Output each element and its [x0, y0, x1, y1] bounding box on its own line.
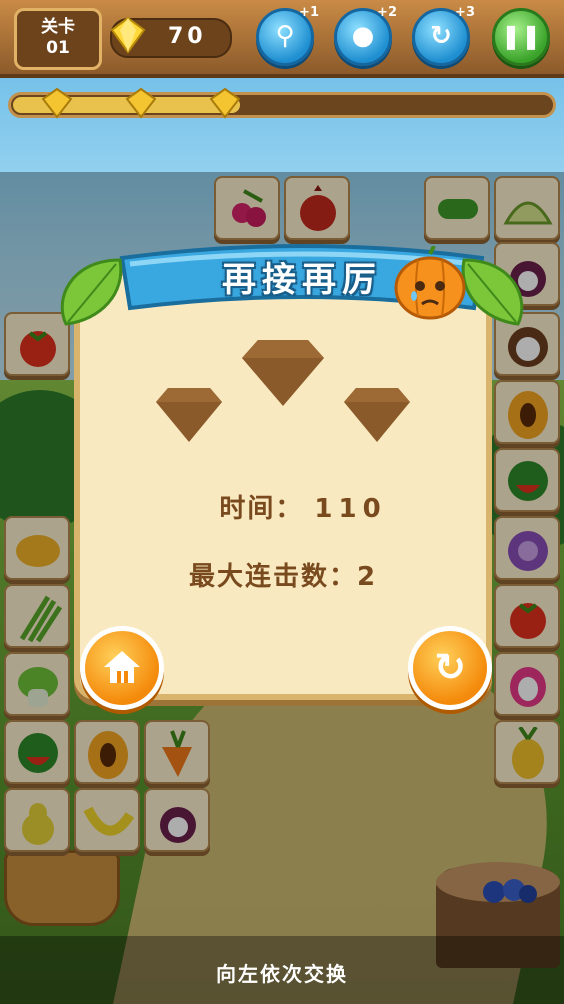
bomb-tool-button[interactable]: ● +2 — [334, 5, 397, 66]
pause-button[interactable]: ❚❚ — [492, 8, 550, 66]
magnifier-tool-button[interactable]: ⚲ +1 — [256, 5, 319, 66]
home-icon — [104, 651, 140, 683]
shuffle-tool-button[interactable]: ↻ +3 — [412, 5, 475, 66]
time-label: 时间： — [219, 494, 304, 524]
gem-counter: 70 — [110, 16, 232, 58]
tool-badge: +2 — [377, 5, 397, 20]
diamond-icon — [110, 16, 146, 54]
star-slot-1 — [156, 388, 222, 442]
level-progress-bar — [8, 92, 556, 118]
combo-label: 最大连击数： — [188, 562, 357, 592]
progress-diamond-icon — [41, 87, 73, 119]
progress-diamond-icon — [125, 87, 157, 119]
pause-icon: ❚❚ — [500, 22, 542, 50]
progress-diamond-icon — [209, 87, 241, 119]
retry-icon: ↻ — [434, 645, 466, 689]
level-number: 01 — [46, 38, 70, 58]
combo-value: 2 — [356, 562, 378, 592]
time-value: 110 — [314, 494, 387, 524]
time-stat: 时间： 110 — [74, 488, 492, 525]
sad-pumpkin-icon — [394, 246, 466, 320]
star-slot-2 — [242, 340, 324, 406]
tool-badge: +3 — [455, 5, 475, 20]
tool-badge: +1 — [299, 5, 319, 20]
hint-text: 向左依次交换 — [216, 962, 348, 986]
gem-count: 70 — [168, 24, 207, 49]
top-bar: 关卡 01 70 ⚲ +1 ● +2 ↻ +3 ❚❚ — [0, 0, 564, 78]
combo-stat: 最大连击数：2 — [74, 556, 492, 593]
level-label: 关卡 — [41, 17, 75, 37]
home-button[interactable] — [80, 626, 164, 710]
retry-button[interactable]: ↻ — [408, 626, 492, 710]
star-slot-3 — [344, 388, 410, 442]
level-indicator: 关卡 01 — [14, 8, 102, 70]
